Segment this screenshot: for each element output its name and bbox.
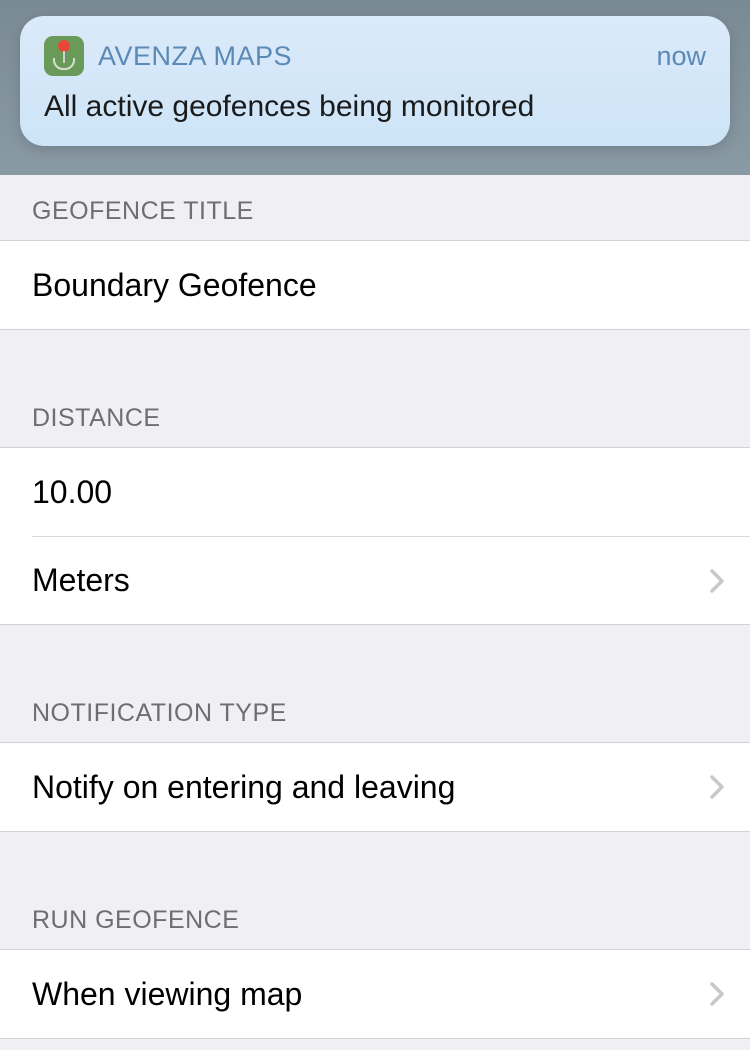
distance-group: 10.00 Meters [0, 447, 750, 625]
geofence-title-group: Boundary Geofence [0, 240, 750, 330]
chevron-right-icon [710, 567, 726, 595]
map-pin-icon [58, 40, 70, 63]
notification-time: now [656, 41, 706, 72]
chevron-right-icon [710, 980, 726, 1008]
notification-message: All active geofences being monitored [44, 90, 706, 124]
distance-unit: Meters [32, 562, 130, 599]
section-header-notification-type: NOTIFICATION TYPE [0, 681, 750, 742]
notification-banner[interactable]: AVENZA MAPS now All active geofences bei… [20, 16, 730, 146]
section-header-distance: DISTANCE [0, 386, 750, 447]
notification-app-info: AVENZA MAPS [44, 36, 292, 76]
geofence-title-input-row[interactable]: Boundary Geofence [0, 241, 750, 329]
distance-value-row[interactable]: 10.00 [0, 448, 750, 536]
run-geofence-row[interactable]: When viewing map [0, 950, 750, 1038]
distance-unit-row[interactable]: Meters [32, 536, 750, 624]
notification-type-value: Notify on entering and leaving [32, 769, 455, 806]
run-geofence-group: When viewing map [0, 949, 750, 1039]
section-header-geofence-title: GEOFENCE TITLE [0, 175, 750, 240]
avenza-maps-app-icon [44, 36, 84, 76]
chevron-right-icon [710, 773, 726, 801]
notification-app-name: AVENZA MAPS [98, 41, 292, 72]
geofence-title-value: Boundary Geofence [32, 267, 317, 304]
notification-header: AVENZA MAPS now [44, 36, 706, 76]
section-header-run-geofence: RUN GEOFENCE [0, 888, 750, 949]
notification-type-row[interactable]: Notify on entering and leaving [0, 743, 750, 831]
notification-type-group: Notify on entering and leaving [0, 742, 750, 832]
run-geofence-value: When viewing map [32, 976, 302, 1013]
distance-value: 10.00 [32, 474, 112, 511]
